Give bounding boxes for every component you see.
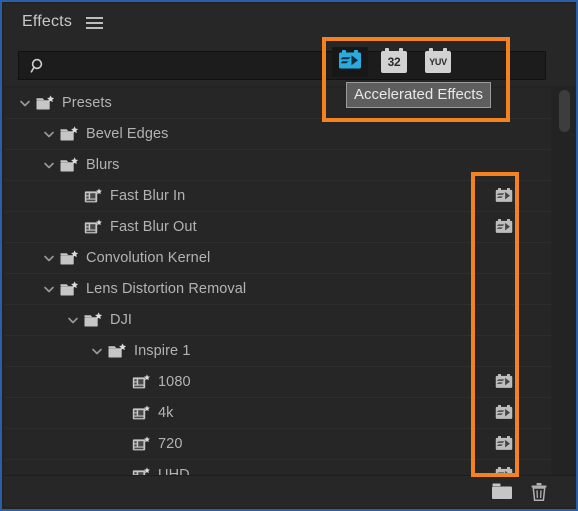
tree-row[interactable]: Fast Blur In (5, 181, 551, 212)
tree-row[interactable]: Inspire 1 (5, 336, 551, 367)
accelerated-effects-toggle[interactable] (332, 47, 368, 77)
search-icon (30, 58, 47, 75)
chevron-down-icon[interactable] (42, 158, 56, 172)
tree-row-label: DJI (110, 312, 133, 328)
tree-row[interactable]: 4k (5, 398, 551, 429)
panel-header: Effects (4, 4, 576, 44)
tree-row[interactable]: Convolution Kernel (5, 243, 551, 274)
chevron-down-icon[interactable] (42, 127, 56, 141)
preset-folder-icon (60, 126, 79, 142)
preset-item-icon (132, 405, 151, 421)
new-custom-bin-icon (492, 483, 512, 499)
new-custom-bin-button[interactable] (490, 481, 514, 503)
hamburger-menu-icon[interactable] (85, 17, 105, 32)
preset-folder-icon (84, 312, 103, 328)
preset-folder-icon (36, 95, 55, 111)
tree-row[interactable]: 1080 (5, 367, 551, 398)
chevron-down-icon[interactable] (18, 96, 32, 110)
vertical-scrollbar-track[interactable] (556, 88, 572, 480)
preset-item-icon (132, 436, 151, 452)
delete-button[interactable] (527, 481, 551, 503)
chevron-down-icon[interactable] (42, 282, 56, 296)
tooltip-accelerated-effects: Accelerated Effects (346, 82, 491, 108)
tree-row-label: Blurs (86, 157, 120, 173)
hamburger-bar (86, 27, 103, 29)
hamburger-bar (86, 22, 103, 24)
effects-tree[interactable]: Presets Bevel Edges Blurs Fast Blur In Fast … (5, 88, 551, 480)
effects-panel: Effects 32 YUV Accelerated Effects Prese… (0, 0, 578, 511)
chevron-down-icon[interactable] (90, 344, 104, 358)
tree-row[interactable]: Blurs (5, 150, 551, 181)
preset-item-icon (132, 374, 151, 390)
tree-row[interactable]: Bevel Edges (5, 119, 551, 150)
accelerated-effect-badge (495, 218, 513, 236)
tree-row-label: Inspire 1 (134, 343, 191, 359)
accelerated-effect-badge (495, 404, 513, 422)
page-title: Effects (22, 13, 73, 30)
tree-row-label: Convolution Kernel (86, 250, 211, 266)
preset-item-icon (84, 188, 103, 204)
tree-row[interactable]: Fast Blur Out (5, 212, 551, 243)
accelerated-effect-badge (495, 373, 513, 391)
chevron-down-icon[interactable] (42, 251, 56, 265)
preset-folder-icon (60, 250, 79, 266)
preset-folder-icon (108, 343, 127, 359)
accelerated-effect-badge (495, 435, 513, 453)
preset-folder-icon (60, 281, 79, 297)
tree-row-label: 1080 (158, 374, 191, 390)
yuv-badge-icon: YUV (425, 48, 451, 73)
accelerated-effects-icon (338, 49, 362, 76)
panel-bottom-bar (4, 475, 576, 507)
preset-item-icon (84, 219, 103, 235)
quality-toolbar: 32 YUV (332, 46, 502, 78)
32-bit-badge-icon: 32 (381, 48, 407, 73)
preset-folder-icon (60, 157, 79, 173)
vertical-scrollbar-thumb[interactable] (559, 90, 570, 132)
accelerated-effect-badge (495, 187, 513, 205)
tree-row-label: Fast Blur Out (110, 219, 197, 235)
yuv-effects-toggle[interactable]: YUV (420, 47, 456, 77)
tree-row-label: Fast Blur In (110, 188, 186, 204)
tree-row[interactable]: DJI (5, 305, 551, 336)
tree-row[interactable]: 720 (5, 429, 551, 460)
chevron-down-icon[interactable] (66, 313, 80, 327)
tree-row-label: Bevel Edges (86, 126, 169, 142)
tree-row-label: 4k (158, 405, 174, 421)
tree-row-label: 720 (158, 436, 183, 452)
32-bit-color-toggle[interactable]: 32 (376, 47, 412, 77)
tree-row-label: Presets (62, 95, 112, 111)
tree-row-label: Lens Distortion Removal (86, 281, 247, 297)
hamburger-bar (86, 17, 103, 19)
trash-icon (531, 483, 547, 502)
tree-row[interactable]: Lens Distortion Removal (5, 274, 551, 305)
